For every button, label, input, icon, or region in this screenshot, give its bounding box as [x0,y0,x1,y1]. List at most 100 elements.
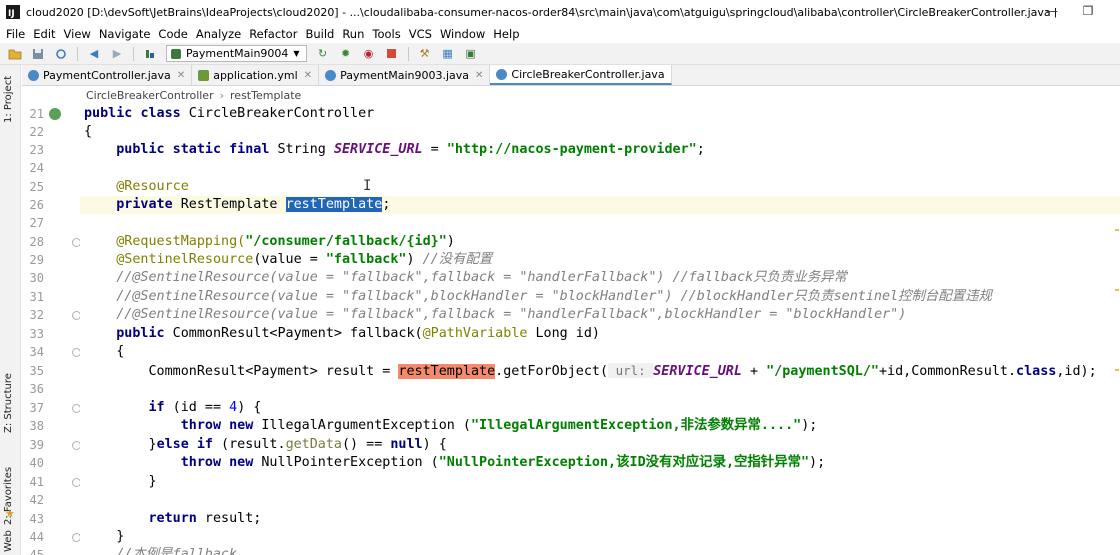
menu-help[interactable]: Help [493,27,519,41]
line-number: 21 [29,107,44,121]
code-line: CommonResult<Payment> result = restTempl… [148,363,1097,379]
save-icon[interactable] [31,47,45,61]
code-line: } [116,529,125,544]
line-number: 32 [29,308,44,322]
menu-view[interactable]: View [64,27,91,41]
stop-icon[interactable] [385,47,399,61]
terminal-icon[interactable]: ▣ [464,47,478,61]
line-number: 30 [29,271,44,285]
tab-payment-controller[interactable]: PaymentController.java ✕ [22,65,193,85]
tab-circle-breaker-controller[interactable]: CircleBreakerController.java [490,65,672,85]
line-number: 33 [29,327,44,341]
breadcrumb: CircleBreakerController › restTemplate [22,87,1120,104]
toolbar-divider [133,46,134,61]
chevron-right-icon: › [219,89,225,102]
code-line: @Resource [116,179,189,194]
toolbar-divider [77,46,78,61]
code-line: @RequestMapping("/consumer/fallback/{id}… [116,234,455,249]
menu-edit[interactable]: Edit [33,27,55,41]
code-line: } [148,474,157,489]
code-line: @SentinelResource(value = "fallback") //… [116,252,493,267]
breadcrumb-field[interactable]: restTemplate [230,89,301,102]
project-tool-button[interactable]: 1: Project [3,76,14,123]
code-editor[interactable]: public class CircleBreakerController { p… [80,104,1120,555]
tab-label: CircleBreakerController.java [511,67,665,81]
debug-icon[interactable]: ✹ [339,47,353,61]
title-bar: IJ cloud2020 [D:\devSoft\JetBrains\IdeaP… [0,0,1120,24]
line-number: 35 [29,364,44,378]
coverage-icon[interactable]: ◉ [362,47,376,61]
line-number: 42 [29,493,44,507]
line-number: 36 [29,382,44,396]
line-number: 25 [29,180,44,194]
error-stripe-marker [1115,369,1119,371]
yaml-file-icon [198,69,210,81]
web-tool-button[interactable]: Web [3,530,14,552]
code-line: throw new NullPointerException ("NullPoi… [180,455,826,470]
rerun-icon[interactable]: ↻ [316,47,330,61]
build-icon[interactable] [143,47,157,61]
close-icon[interactable]: ✕ [475,70,483,81]
menu-tools[interactable]: Tools [372,27,400,41]
settings-icon[interactable]: ⚒ [418,47,432,61]
line-number: 23 [29,143,44,157]
sync-icon[interactable] [54,47,68,61]
editor-tab-bar: PaymentController.java ✕ application.yml… [22,65,1120,86]
line-number: 38 [29,419,44,433]
line-number: 26 [29,198,44,212]
tab-label: PaymentMain9003.java [340,68,470,82]
code-line: }else if (result.getData() == null) { [148,437,447,452]
menu-file[interactable]: File [6,27,25,41]
java-class-icon [325,69,337,81]
breadcrumb-class[interactable]: CircleBreakerController [86,89,214,102]
highlighted-identifier: restTemplate [398,364,496,379]
spring-boot-icon [171,48,181,59]
tab-application-yml[interactable]: application.yml ✕ [192,65,320,85]
menu-code[interactable]: Code [158,27,187,41]
line-number: 22 [29,125,44,139]
line-number: 43 [29,512,44,526]
minimize-button[interactable]: — [1044,4,1060,18]
line-number: 24 [29,161,44,175]
tab-label: application.yml [213,68,298,82]
menu-refactor[interactable]: Refactor [249,27,297,41]
error-stripe-marker [1115,289,1119,291]
code-line: //@SentinelResource(value = "fallback",f… [116,270,847,285]
line-number: 44 [29,530,44,544]
structure-tool-button[interactable]: Z: Structure [3,373,14,433]
line-number: 39 [29,438,44,452]
line-number: 28 [29,235,44,249]
code-line: if (id == 4) { [148,400,262,415]
menu-navigate[interactable]: Navigate [99,27,151,41]
code-line-current: private RestTemplate restTemplate; [80,196,1120,214]
line-number: 34 [29,345,44,359]
project-structure-icon[interactable]: ▦ [441,47,455,61]
run-config-selector[interactable]: PaymentMain9004 ▼ [166,45,307,62]
folder-icon[interactable] [8,47,22,61]
toolbar-divider [407,46,409,61]
back-icon[interactable]: ◀ [87,47,101,61]
code-line: return result; [148,511,262,526]
editor-gutter: 21 22 23 24 25 26 27 28 29 30 31 32 33 3… [22,104,81,555]
line-number: 41 [29,475,44,489]
maximize-button[interactable]: ❐ [1080,4,1096,18]
tab-payment-main-9003[interactable]: PaymentMain9003.java ✕ [319,65,491,85]
menu-window[interactable]: Window [440,27,485,41]
close-icon[interactable]: ✕ [177,70,185,81]
forward-icon[interactable]: ▶ [110,47,124,61]
menu-analyze[interactable]: Analyze [196,27,241,41]
close-icon[interactable]: ✕ [304,70,312,81]
code-line: //@SentinelResource(value = "fallback",f… [116,307,907,322]
code-line: { [84,124,93,139]
error-stripe-marker [1115,229,1119,231]
menu-vcs[interactable]: VCS [409,27,432,41]
code-line: public CommonResult<Payment> fallback(@P… [116,326,600,341]
left-tool-strip: 1: Project Z: Structure 2: Favorites ★ W… [0,65,21,555]
menu-run[interactable]: Run [342,27,364,41]
spring-bean-icon[interactable] [49,108,61,120]
code-line: //@SentinelResource(value = "fallback",b… [116,289,992,304]
menu-build[interactable]: Build [305,27,334,41]
line-number: 27 [29,216,44,230]
window-title: cloud2020 [D:\devSoft\JetBrains\IdeaProj… [26,5,1056,19]
code-line: //本例是fallback [116,547,238,555]
